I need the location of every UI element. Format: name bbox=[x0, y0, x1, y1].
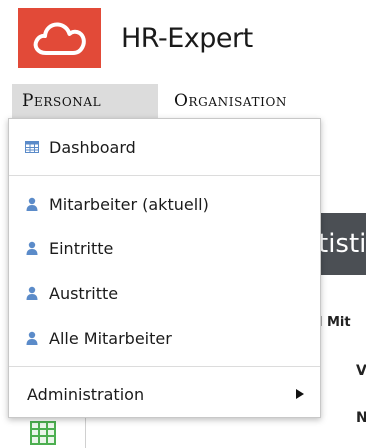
menu-item-mitarbeiter-aktuell[interactable]: Mitarbeiter (aktuell) bbox=[9, 186, 320, 222]
background-text-fragment-w: V bbox=[356, 363, 366, 379]
background-text-fragment-n: N bbox=[356, 410, 366, 426]
person-icon bbox=[25, 197, 39, 211]
tab-personal[interactable]: Personal bbox=[12, 84, 158, 118]
menu-item-label: Austritte bbox=[49, 283, 119, 303]
tab-organisation[interactable]: Organisation bbox=[166, 84, 366, 118]
person-icon bbox=[25, 286, 39, 300]
menu-item-label: Dashboard bbox=[49, 137, 136, 157]
table-icon bbox=[25, 140, 39, 154]
menu-item-eintritte[interactable]: Eintritte bbox=[9, 230, 320, 266]
main-menubar: Personal Organisation bbox=[0, 84, 366, 118]
background-text-fragment: l Mit bbox=[318, 315, 351, 330]
divider bbox=[85, 418, 86, 448]
menu-item-dashboard[interactable]: Dashboard bbox=[9, 129, 320, 165]
personal-dropdown-menu: Dashboard Mitarbeiter (aktuell) Eintritt… bbox=[8, 118, 321, 418]
menu-item-administration[interactable]: Administration bbox=[9, 376, 320, 412]
menu-separator bbox=[9, 175, 320, 176]
menu-item-label: Eintritte bbox=[49, 238, 114, 258]
menu-item-label: Mitarbeiter (aktuell) bbox=[49, 194, 209, 214]
grid-icon[interactable] bbox=[30, 421, 56, 445]
menu-item-label: Alle Mitarbeiter bbox=[49, 328, 172, 348]
app-title: HR-Expert bbox=[121, 23, 253, 54]
arrow-right-icon bbox=[296, 389, 304, 399]
menu-item-austritte[interactable]: Austritte bbox=[9, 275, 320, 311]
menu-separator bbox=[9, 366, 320, 367]
person-icon bbox=[25, 241, 39, 255]
menu-item-label: Administration bbox=[27, 384, 145, 404]
person-icon bbox=[25, 331, 39, 345]
menu-item-alle-mitarbeiter[interactable]: Alle Mitarbeiter bbox=[9, 320, 320, 356]
cloud-icon bbox=[33, 22, 86, 55]
app-logo[interactable] bbox=[18, 8, 101, 68]
